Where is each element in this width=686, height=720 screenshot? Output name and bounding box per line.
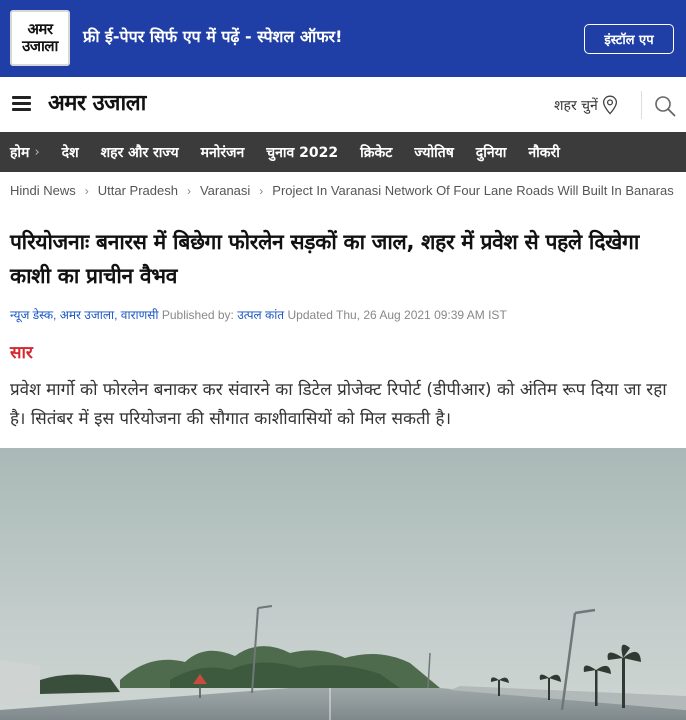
nav-item-home[interactable]: होम › bbox=[10, 143, 40, 162]
author-link[interactable]: न्यूज डेस्क, अमर उजाला, वाराणसी bbox=[10, 308, 159, 322]
logo-line-1: अमर bbox=[27, 20, 53, 38]
nav-item-desh[interactable]: देश bbox=[62, 143, 79, 162]
app-promo-banner: अमर उजाला फ्री ई-पेपर सिर्फ एप में पढ़ें… bbox=[0, 0, 686, 77]
nav-item-label: होम bbox=[10, 144, 30, 161]
nav-item-naukri[interactable]: नौकरी bbox=[528, 143, 560, 162]
article-byline: न्यूज डेस्क, अमर उजाला, वाराणसी Publishe… bbox=[10, 306, 680, 323]
city-selector[interactable]: शहर चुनें bbox=[554, 95, 618, 115]
install-app-button[interactable]: इंस्टॉल एप bbox=[584, 24, 674, 54]
breadcrumb-item-hindi-news[interactable]: Hindi News bbox=[10, 183, 76, 198]
chevron-right-icon: › bbox=[259, 183, 264, 198]
article-hero-image bbox=[0, 448, 686, 720]
chevron-right-icon: › bbox=[34, 144, 40, 160]
main-navigation: होम › देश शहर और राज्य मनोरंजन चुनाव 202… bbox=[0, 132, 686, 172]
article-title: परियोजनाः बनारस में बिछेगा फोरलेन सड़कों… bbox=[10, 230, 640, 288]
published-by-label: Published by: bbox=[161, 308, 234, 322]
logo-line-2: उजाला bbox=[22, 37, 58, 55]
breadcrumb-item-current: Project In Varanasi Network Of Four Lane… bbox=[272, 183, 674, 198]
breadcrumb-item-uttar-pradesh[interactable]: Uttar Pradesh bbox=[98, 183, 178, 198]
publisher-link[interactable]: उत्पल कांत bbox=[237, 308, 284, 322]
nav-item-manoranjan[interactable]: मनोरंजन bbox=[201, 143, 245, 162]
nav-item-chunav-2022[interactable]: चुनाव 2022 bbox=[266, 143, 338, 162]
nav-item-duniya[interactable]: दुनिया bbox=[476, 143, 507, 162]
nav-item-cricket[interactable]: क्रिकेट bbox=[360, 143, 392, 162]
amar-ujala-app-logo: अमर उजाला bbox=[10, 10, 70, 66]
promo-text: फ्री ई-पेपर सिर्फ एप में पढ़ें - स्पेशल … bbox=[83, 27, 343, 46]
location-pin-icon bbox=[602, 95, 617, 115]
chevron-right-icon: › bbox=[186, 183, 191, 198]
article-summary: प्रवेश मार्गो को फोरलेन बनाकर कर संवारने… bbox=[10, 380, 667, 429]
chevron-right-icon: › bbox=[84, 183, 89, 198]
breadcrumb: Hindi News › Uttar Pradesh › Varanasi › … bbox=[10, 183, 680, 198]
breadcrumb-item-varanasi[interactable]: Varanasi bbox=[200, 183, 250, 198]
city-selector-label: शहर चुनें bbox=[554, 97, 598, 114]
menu-icon[interactable] bbox=[12, 96, 31, 111]
search-icon[interactable] bbox=[654, 95, 676, 117]
nav-item-jyotish[interactable]: ज्योतिष bbox=[414, 143, 453, 162]
nav-item-shahar-aur-rajya[interactable]: शहर और राज्य bbox=[101, 143, 179, 162]
header-divider bbox=[641, 91, 642, 119]
site-logo[interactable]: अमर उजाला bbox=[48, 89, 146, 119]
summary-label: सार bbox=[10, 343, 33, 363]
updated-timestamp: Updated Thu, 26 Aug 2021 09:39 AM IST bbox=[287, 308, 507, 322]
site-header: अमर उजाला शहर चुनें bbox=[0, 77, 686, 132]
